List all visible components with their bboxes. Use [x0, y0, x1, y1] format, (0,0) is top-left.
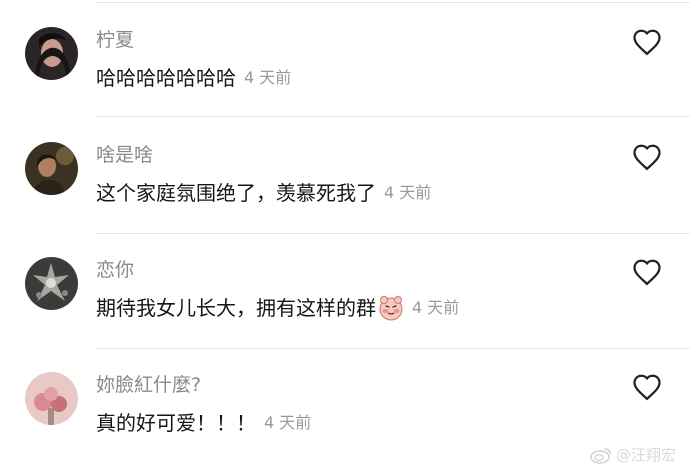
comment-time: 4 天前 [412, 298, 460, 317]
comment-text: 哈哈哈哈哈哈哈 [96, 66, 236, 90]
comment-time: 4 天前 [264, 413, 312, 432]
heart-outline-icon[interactable] [632, 143, 662, 171]
user-avatar[interactable] [25, 257, 78, 310]
comment-time: 4 天前 [384, 183, 432, 202]
comment-username[interactable]: 柠夏 [96, 28, 134, 52]
comment-item: 恋你 期待我女儿长大，拥有这样的群 4 天前 [0, 230, 690, 345]
comment-body: 哈哈哈哈哈哈哈 4 天前 [96, 64, 291, 92]
comment-item: 啥是啥 这个家庭氛围绝了，羡慕死我了 4 天前 [0, 115, 690, 230]
watermark-handle: @汪翔宏 [615, 446, 676, 464]
comment-username[interactable]: 啥是啥 [96, 143, 153, 167]
comment-username[interactable]: 妳臉紅什麼? [96, 373, 201, 397]
comment-text: 真的好可爱！！！ [96, 411, 256, 435]
comment-body: 期待我女儿长大，拥有这样的群 4 天前 [96, 294, 459, 322]
comment-item: 妳臉紅什麼? 真的好可爱！！！ 4 天前 [0, 345, 690, 460]
user-avatar[interactable] [25, 142, 78, 195]
heart-outline-icon[interactable] [632, 258, 662, 286]
weibo-logo-icon [590, 446, 612, 464]
comment-time: 4 天前 [244, 68, 292, 87]
heart-outline-icon[interactable] [632, 373, 662, 401]
heart-outline-icon[interactable] [632, 28, 662, 56]
user-avatar[interactable] [25, 27, 78, 80]
user-avatar[interactable] [25, 372, 78, 425]
comment-text: 这个家庭氛围绝了，羡慕死我了 [96, 181, 376, 205]
comment-body: 真的好可爱！！！ 4 天前 [96, 409, 311, 437]
comment-text: 期待我女儿长大，拥有这样的群 [96, 296, 376, 320]
blushing-bear-emoji [378, 295, 404, 321]
comment-body: 这个家庭氛围绝了，羡慕死我了 4 天前 [96, 179, 431, 207]
comment-item: 柠夏 哈哈哈哈哈哈哈 4 天前 [0, 0, 690, 115]
comment-username[interactable]: 恋你 [96, 258, 134, 282]
watermark: @汪翔宏 [590, 444, 676, 465]
